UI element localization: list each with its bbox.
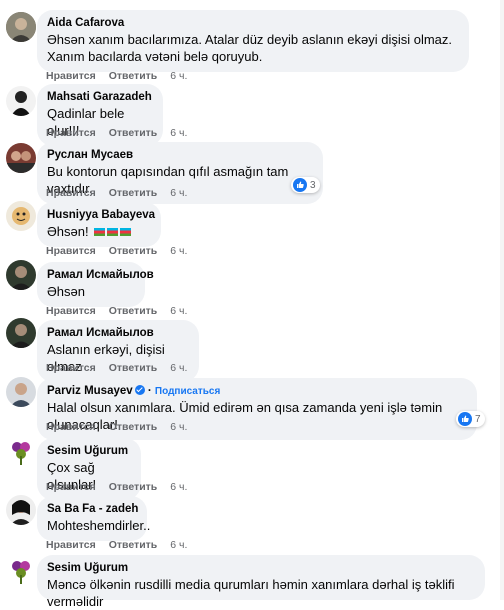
comment-actions: Нравится Ответить 6 ч. bbox=[46, 127, 200, 139]
avatar-photo-icon bbox=[6, 12, 36, 42]
subscribe-button[interactable]: Подписаться bbox=[155, 386, 220, 397]
author-name-link[interactable]: Parviz Musayev bbox=[47, 385, 133, 397]
like-link[interactable]: Нравится bbox=[46, 70, 96, 82]
scrollbar[interactable] bbox=[500, 0, 504, 600]
avatar-photo-icon bbox=[6, 377, 36, 407]
avatar-photo-icon bbox=[6, 436, 36, 466]
reply-link[interactable]: Ответить bbox=[109, 245, 158, 257]
timestamp[interactable]: 6 ч. bbox=[170, 305, 187, 317]
avatar[interactable] bbox=[6, 12, 36, 42]
thumbs-up-icon bbox=[293, 178, 307, 192]
avatar-photo-icon bbox=[6, 495, 36, 525]
like-link[interactable]: Нравится bbox=[46, 305, 96, 317]
verified-badge-icon bbox=[134, 385, 145, 395]
avatar-photo-icon bbox=[6, 555, 36, 585]
author-name[interactable]: Aida Cafarova bbox=[47, 16, 459, 31]
reaction-number: 3 bbox=[310, 179, 316, 191]
avatar-photo-icon bbox=[6, 143, 36, 173]
comment-bubble: Husniyya Babayeva Əhsən! bbox=[37, 202, 161, 247]
comment-text: Əhsən xanım bacılarımıza. Atalar düz dey… bbox=[47, 32, 453, 64]
author-name[interactable]: Рамал Исмайылов bbox=[47, 268, 154, 283]
like-link[interactable]: Нравится bbox=[46, 421, 96, 433]
like-link[interactable]: Нравится bbox=[46, 539, 96, 551]
like-link[interactable]: Нравится bbox=[46, 362, 96, 374]
avatar[interactable] bbox=[6, 201, 36, 231]
avatar[interactable] bbox=[6, 555, 36, 585]
comment-text: Əhsən bbox=[47, 284, 85, 299]
comment-actions: Нравится Ответить 6 ч. bbox=[46, 481, 200, 493]
author-name: Parviz Musayev · Подписаться bbox=[47, 385, 221, 397]
thumbs-up-icon bbox=[458, 412, 472, 426]
avatar-photo-icon bbox=[6, 201, 36, 231]
comment-text: Mohteshemdirler.. bbox=[47, 518, 151, 533]
reply-link[interactable]: Ответить bbox=[109, 70, 158, 82]
reply-link[interactable]: Ответить bbox=[109, 127, 158, 139]
author-name[interactable]: Mahsati Garazadeh bbox=[47, 90, 153, 105]
timestamp[interactable]: 6 ч. bbox=[170, 362, 187, 374]
avatar[interactable] bbox=[6, 260, 36, 290]
comment-actions: Нравится Ответить 6 ч. bbox=[46, 187, 200, 199]
avatar[interactable] bbox=[6, 495, 36, 525]
reply-link[interactable]: Ответить bbox=[109, 362, 158, 374]
like-link[interactable]: Нравится bbox=[46, 245, 96, 257]
timestamp[interactable]: 6 ч. bbox=[170, 70, 187, 82]
azerbaijan-flag-icon bbox=[94, 228, 106, 236]
author-name[interactable]: Sesim Uğurum bbox=[47, 444, 131, 459]
timestamp[interactable]: 6 ч. bbox=[170, 245, 187, 257]
author-name[interactable]: Sa Ba Fa - zadeh bbox=[47, 502, 138, 517]
azerbaijan-flag-icon bbox=[120, 228, 132, 236]
author-name[interactable]: Sesim Uğurum bbox=[47, 561, 475, 576]
azerbaijan-flag-icon bbox=[107, 228, 119, 236]
reaction-count[interactable]: 3 bbox=[291, 177, 320, 193]
avatar[interactable] bbox=[6, 86, 36, 116]
timestamp[interactable]: 6 ч. bbox=[170, 421, 187, 433]
avatar-photo-icon bbox=[6, 318, 36, 348]
avatar[interactable] bbox=[6, 143, 36, 173]
comment-bubble: Sa Ba Fa - zadeh Mohteshemdirler.. bbox=[37, 496, 151, 541]
timestamp[interactable]: 6 ч. bbox=[170, 481, 187, 493]
author-name[interactable]: Руслан Мусаев bbox=[47, 148, 313, 163]
avatar-photo-icon bbox=[6, 86, 36, 116]
timestamp[interactable]: 6 ч. bbox=[170, 127, 187, 139]
avatar[interactable] bbox=[6, 318, 36, 348]
comment-actions: Нравится Ответить 6 ч. bbox=[46, 305, 200, 317]
comment-actions: Нравится Ответить 6 ч. bbox=[46, 245, 200, 257]
avatar[interactable] bbox=[6, 377, 36, 407]
comment-text: Məncə ölkənin rusdilli media qurumları h… bbox=[47, 577, 455, 609]
reply-link[interactable]: Ответить bbox=[109, 481, 158, 493]
reply-link[interactable]: Ответить bbox=[109, 305, 158, 317]
comment-bubble: Рамал Исмайылов Əhsən bbox=[37, 262, 154, 307]
reply-link[interactable]: Ответить bbox=[109, 539, 158, 551]
comment-actions: Нравится Ответить 6 ч. bbox=[46, 362, 200, 374]
author-name[interactable]: Рамал Исмайылов bbox=[47, 326, 189, 341]
comment-actions: Нравится Ответить 6 ч. bbox=[46, 539, 200, 551]
like-link[interactable]: Нравится bbox=[46, 481, 96, 493]
comment-actions: Нравится Ответить 6 ч. bbox=[46, 421, 200, 433]
comment-bubble: Sesim Uğurum Məncə ölkənin rusdilli medi… bbox=[37, 555, 485, 609]
reply-link[interactable]: Ответить bbox=[109, 187, 158, 199]
comment-actions: Нравится Ответить 6 ч. bbox=[46, 70, 200, 82]
timestamp[interactable]: 6 ч. bbox=[170, 187, 187, 199]
reaction-number: 7 bbox=[475, 413, 481, 425]
reaction-count[interactable]: 7 bbox=[456, 411, 485, 427]
comment-text-value: Əhsən! bbox=[47, 224, 89, 239]
like-link[interactable]: Нравится bbox=[46, 127, 96, 139]
comment-text: Əhsən! bbox=[47, 223, 151, 240]
comment-bubble: Aida Cafarova Əhsən xanım bacılarımıza. … bbox=[37, 10, 469, 72]
reply-link[interactable]: Ответить bbox=[109, 421, 158, 433]
timestamp[interactable]: 6 ч. bbox=[170, 539, 187, 551]
avatar[interactable] bbox=[6, 436, 36, 466]
avatar-photo-icon bbox=[6, 260, 36, 290]
like-link[interactable]: Нравится bbox=[46, 187, 96, 199]
author-name[interactable]: Husniyya Babayeva bbox=[47, 208, 155, 223]
